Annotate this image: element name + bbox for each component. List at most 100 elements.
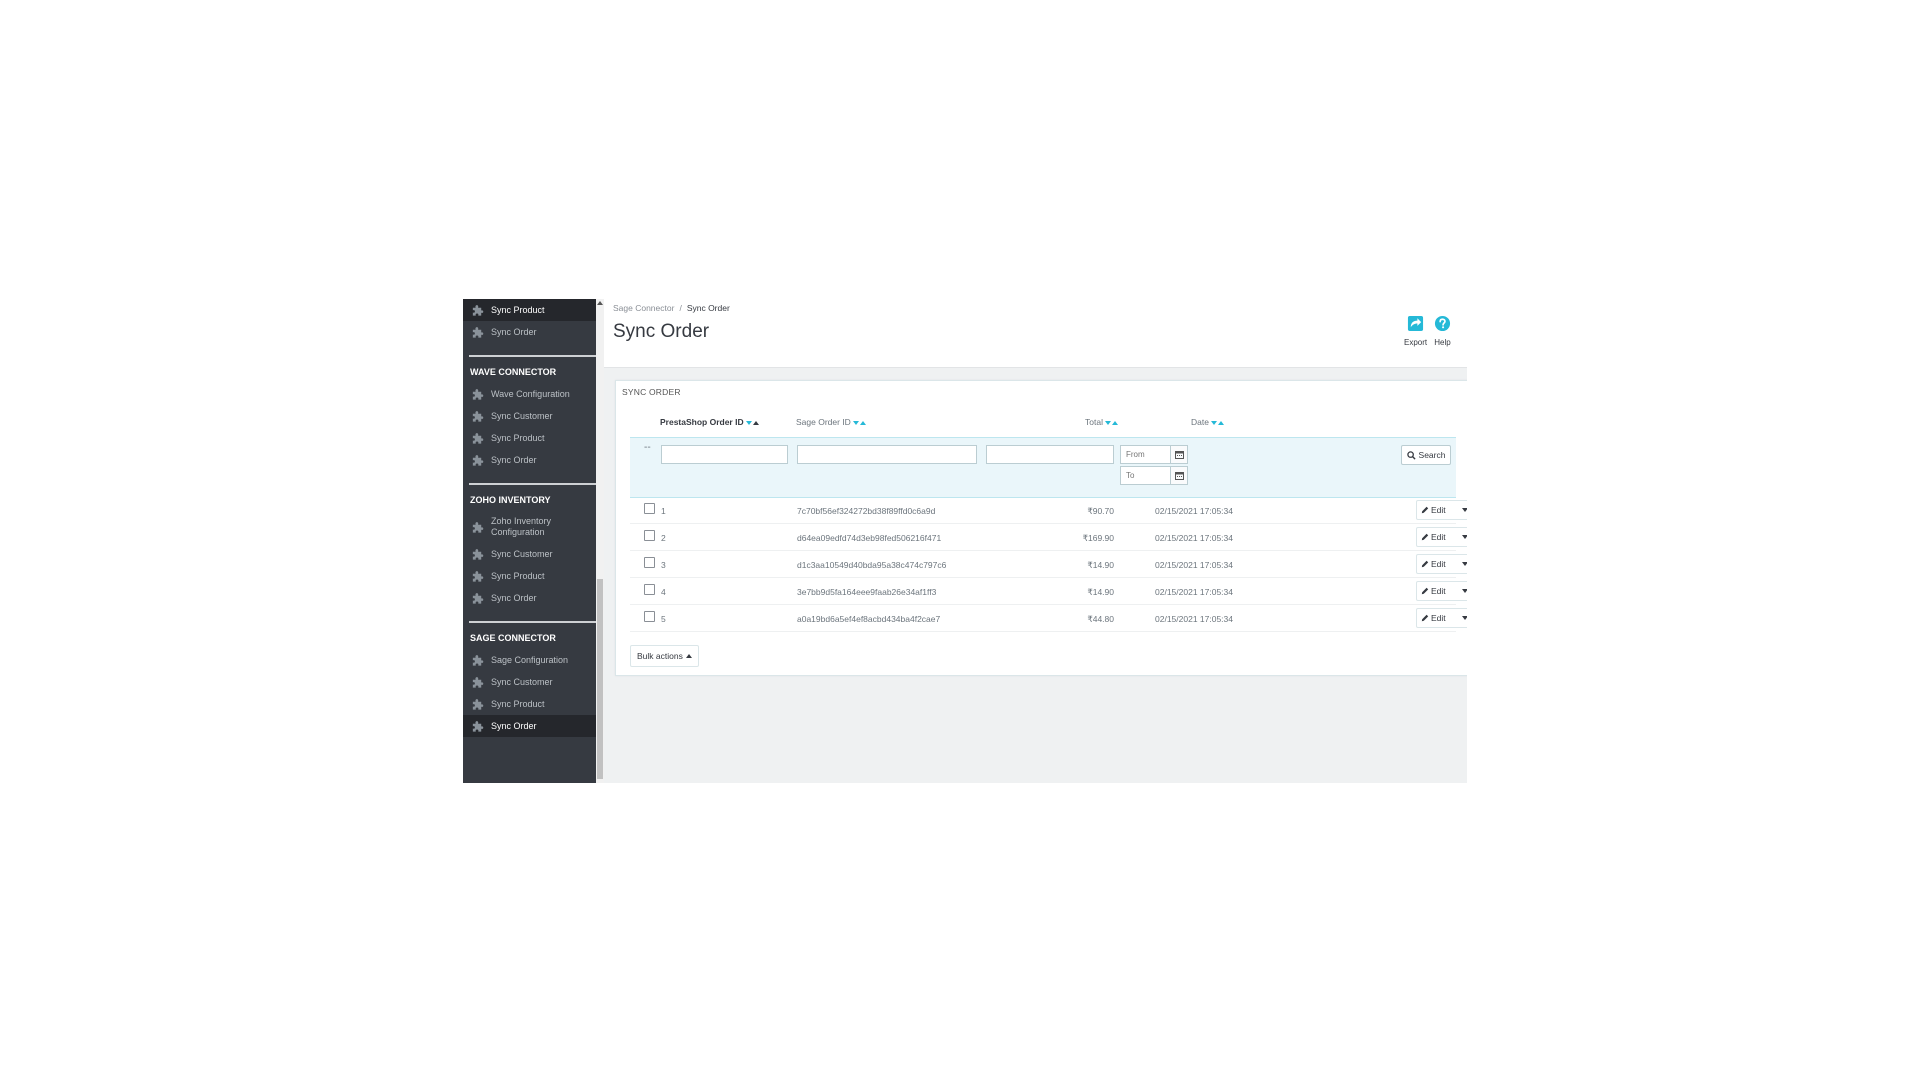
column-total[interactable]: Total [1085,417,1118,427]
sidebar-item[interactable]: Sync Customer [463,671,596,693]
puzzle-icon [472,676,484,688]
puzzle-icon [472,454,484,466]
edit-label: Edit [1431,532,1446,542]
dropdown-caret-icon[interactable] [1462,616,1467,620]
sort-asc-icon[interactable] [752,420,759,425]
dropdown-caret-icon[interactable] [1462,508,1467,512]
edit-button[interactable]: Edit [1417,505,1459,515]
sidebar-item[interactable]: Sync Product [463,565,596,587]
help-icon [1434,315,1451,332]
dropdown-caret-icon[interactable] [1462,589,1467,593]
sort-desc-icon[interactable] [852,420,859,425]
sidebar-item[interactable]: Sync Product [463,693,596,715]
filter-row: -- From To Search [630,437,1456,498]
filter-dash: -- [644,442,651,453]
sidebar-item-label: Zoho Inventory Configuration [491,516,552,537]
sort-asc-icon[interactable] [859,420,866,425]
sidebar-item[interactable]: Sync Customer [463,405,596,427]
calendar-from-button[interactable] [1170,445,1188,464]
cell-sage-id: a0a19bd6a5ef4ef8acbd434ba4f2cae7 [797,614,941,624]
filter-sage-id-input[interactable] [797,445,977,464]
pencil-icon [1421,506,1429,514]
edit-button[interactable]: Edit [1417,613,1459,623]
scroll-up-arrow-icon[interactable] [597,301,603,305]
sort-asc-icon[interactable] [1217,420,1224,425]
bulk-actions-button[interactable]: Bulk actions [630,645,699,667]
column-date[interactable]: Date [1191,417,1224,427]
puzzle-icon [472,388,484,400]
puzzle-icon [472,326,484,338]
scrollbar-thumb[interactable] [597,579,603,779]
sidebar-divider [469,483,596,485]
cell-prestashop-id: 1 [661,506,666,516]
sort-desc-icon[interactable] [1104,420,1111,425]
sort-desc-icon[interactable] [745,420,752,425]
table-row: 1 7c70bf56ef324272bd38f89ffd0c6a9d ₹90.70 0… [630,497,1467,524]
table-row: 4 3e7bb9d5fa164eee9faab26e34af1ff3 ₹14.90 0… [630,578,1467,605]
edit-label: Edit [1431,586,1446,596]
export-button[interactable]: Export [1404,315,1427,347]
edit-label: Edit [1431,559,1446,569]
edit-button-group: Edit [1416,500,1467,520]
sort-desc-icon[interactable] [1210,420,1217,425]
cell-sage-id: 3e7bb9d5fa164eee9faab26e34af1ff3 [797,587,937,597]
sidebar-item[interactable]: Sage Configuration [463,649,596,671]
cell-date: 02/15/2021 17:05:34 [1155,587,1233,597]
row-checkbox[interactable] [644,530,655,541]
filter-date-to-input[interactable] [1120,466,1171,485]
sidebar-section-title: WAVE CONNECTOR [470,367,557,377]
sidebar-scrollbar[interactable] [596,299,604,783]
sidebar-item[interactable]: Sync Order [463,715,596,737]
column-label: Total [1085,417,1103,427]
page-header: Sage Connector / Sync Order Sync Order Exp… [604,299,1467,368]
calendar-to-button[interactable] [1170,466,1188,485]
table-body: 1 7c70bf56ef324272bd38f89ffd0c6a9d ₹90.70 0… [630,497,1467,632]
search-button[interactable]: Search [1401,445,1451,465]
row-checkbox[interactable] [644,611,655,622]
sidebar-item[interactable]: Sync Order [463,449,596,471]
sidebar-item[interactable]: Sync Order [463,321,596,343]
table-row: 2 d64ea09edfd74d3eb98fed506216f471 ₹169.90… [630,524,1467,551]
edit-button[interactable]: Edit [1417,559,1459,569]
breadcrumb-parent[interactable]: Sage Connector [613,303,674,313]
sidebar-section-title: SAGE CONNECTOR [470,633,556,643]
puzzle-icon [472,570,484,582]
sidebar-item[interactable]: Sync Product [463,427,596,449]
filter-total-input[interactable] [986,445,1114,464]
edit-label: Edit [1431,505,1446,515]
dropdown-caret-icon[interactable] [1462,562,1467,566]
edit-button-group: Edit [1416,527,1467,547]
breadcrumb-current: Sync Order [686,303,730,313]
dropdown-caret-icon[interactable] [1462,535,1467,539]
breadcrumb-separator: / [679,303,682,313]
sidebar-item[interactable]: Sync Customer [463,543,596,565]
pencil-icon [1421,587,1429,595]
sidebar-item[interactable]: Wave Configuration [463,383,596,405]
filter-prestashop-id-input[interactable] [661,445,788,464]
column-prestashop-order-id[interactable]: PrestaShop Order ID [660,417,759,427]
column-sage-order-id[interactable]: Sage Order ID [796,417,866,427]
sidebar-item-label: Sync Order [491,454,537,465]
sidebar-item-label: Sync Product [491,304,545,315]
column-label: Sage Order ID [796,417,851,427]
row-checkbox[interactable] [644,557,655,568]
edit-button[interactable]: Edit [1417,532,1459,542]
filter-date-from-input[interactable] [1120,445,1171,464]
help-button[interactable]: Help [1434,315,1451,347]
cell-date: 02/15/2021 17:05:34 [1155,560,1233,570]
cell-total: ₹90.70 [1087,506,1114,516]
edit-button[interactable]: Edit [1417,586,1459,596]
cell-total: ₹169.90 [1082,533,1114,543]
help-label: Help [1434,338,1451,347]
sidebar-item-label: Sync Customer [491,410,553,421]
export-icon [1408,315,1424,332]
sidebar-item[interactable]: Sync Product [463,299,596,321]
row-checkbox[interactable] [644,503,655,514]
sidebar-item[interactable]: Zoho Inventory Configuration [463,511,596,543]
sidebar-item[interactable]: Sync Order [463,587,596,609]
sort-asc-icon[interactable] [1111,420,1118,425]
row-checkbox[interactable] [644,584,655,595]
sidebar-item-label: Sync Customer [491,676,553,687]
table-row: 3 d1c3aa10549d40bda95a38c474c797c6 ₹14.90 0… [630,551,1467,578]
edit-button-group: Edit [1416,554,1467,574]
